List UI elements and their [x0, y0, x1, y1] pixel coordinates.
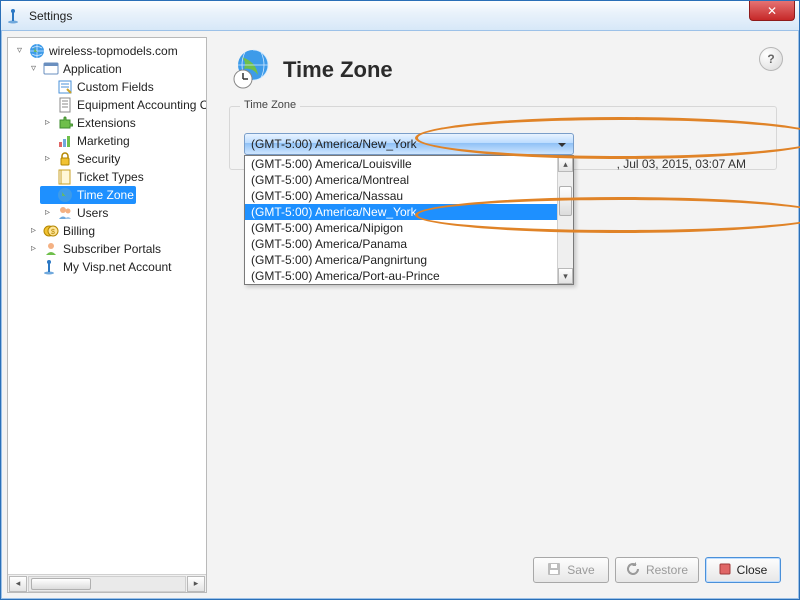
scroll-left-button[interactable]: ◂ — [9, 576, 27, 592]
svg-text:$: $ — [51, 229, 55, 236]
current-time-display: , Jul 03, 2015, 03:07 AM — [617, 157, 746, 171]
tree-extensions[interactable]: ▹ Extensions — [40, 114, 138, 132]
stop-icon — [719, 563, 731, 578]
timezone-option-selected[interactable]: (GMT-5:00) America/New_York — [245, 204, 573, 220]
tree-ticket-types[interactable]: Ticket Types — [40, 168, 146, 186]
save-button[interactable]: Save — [533, 557, 609, 583]
section-label: Time Zone — [240, 99, 300, 111]
globe-icon — [29, 43, 45, 59]
tree-subscriber-portals[interactable]: ▹ Subscriber Portals — [26, 240, 163, 258]
nav-tree: ▿ wireless-topmodels.com ▿ — [8, 38, 206, 574]
timezone-option[interactable]: (GMT-5:00) America/Nipigon — [245, 220, 573, 236]
tree-label: Billing — [63, 222, 95, 240]
form-icon — [57, 79, 73, 95]
tree-time-zone[interactable]: Time Zone — [40, 186, 136, 204]
money-icon: $ — [43, 223, 59, 239]
tree-label: Security — [77, 150, 120, 168]
timezone-section: Time Zone (GMT-5:00) America/New_York , … — [229, 106, 777, 170]
timezone-dropdown[interactable]: (GMT-5:00) America/Louisville (GMT-5:00)… — [244, 155, 574, 285]
app-icon — [43, 259, 59, 275]
tree-label: Custom Fields — [77, 78, 154, 96]
expand-icon[interactable]: ▹ — [42, 154, 53, 165]
tree-label: Users — [77, 204, 108, 222]
lock-icon — [57, 151, 73, 167]
help-button[interactable]: ? — [759, 47, 783, 71]
restore-button[interactable]: Restore — [615, 557, 699, 583]
expand-icon[interactable]: ▹ — [28, 226, 39, 237]
save-icon — [547, 562, 561, 579]
users-icon — [57, 205, 73, 221]
window-body: ▿ wireless-topmodels.com ▿ — [1, 31, 799, 599]
scroll-right-button[interactable]: ▸ — [187, 576, 205, 592]
window-title: Settings — [29, 9, 749, 23]
main-panel: ? Time Zone Time Zone — [213, 37, 793, 593]
app-icon — [7, 8, 23, 24]
window-icon — [43, 61, 59, 77]
timezone-option[interactable]: (GMT-5:00) America/Nassau — [245, 188, 573, 204]
settings-window: Settings ✕ ▿ wireless-topmodels.com — [0, 0, 800, 600]
page-title: Time Zone — [283, 57, 393, 83]
timezone-selected-value: (GMT-5:00) America/New_York — [251, 137, 417, 151]
tree-label: Ticket Types — [77, 168, 144, 186]
chart-icon — [57, 133, 73, 149]
timezone-option[interactable]: (GMT-5:00) America/Panama — [245, 236, 573, 252]
restore-icon — [626, 562, 640, 579]
puzzle-icon — [57, 115, 73, 131]
tree-label: Marketing — [77, 132, 130, 150]
document-icon — [57, 97, 73, 113]
tree-label: Equipment Accounting Controls — [77, 96, 206, 114]
tree-equipment-accounting[interactable]: Equipment Accounting Controls — [40, 96, 206, 114]
sidebar: ▿ wireless-topmodels.com ▿ — [7, 37, 207, 593]
dropdown-vscrollbar[interactable]: ▴ ▾ — [557, 156, 573, 284]
tree-application[interactable]: ▿ Application — [26, 60, 204, 78]
tree-label: wireless-topmodels.com — [49, 42, 178, 60]
timezone-option[interactable]: (GMT-5:00) America/Pangnirtung — [245, 252, 573, 268]
tree-security[interactable]: ▹ Security — [40, 150, 122, 168]
timezone-select[interactable]: (GMT-5:00) America/New_York — [244, 133, 574, 155]
page-header: Time Zone — [213, 37, 793, 96]
tree-my-account[interactable]: My Visp.net Account — [26, 258, 174, 276]
expand-icon[interactable]: ▹ — [42, 208, 53, 219]
tree-label: Extensions — [77, 114, 136, 132]
expand-icon[interactable]: ▹ — [42, 118, 53, 129]
chevron-down-icon — [555, 138, 569, 152]
user-icon — [43, 241, 59, 257]
scroll-track[interactable] — [28, 576, 186, 592]
dialog-footer: Save Restore Close — [533, 557, 781, 583]
ticket-icon — [57, 169, 73, 185]
tree-label: Time Zone — [77, 186, 134, 204]
scroll-down-button[interactable]: ▾ — [558, 268, 573, 284]
globe-icon — [57, 187, 73, 203]
tree-label: My Visp.net Account — [63, 258, 172, 276]
tree-label: Subscriber Portals — [63, 240, 161, 258]
tree-billing[interactable]: ▹ $ Billing — [26, 222, 97, 240]
expand-icon[interactable]: ▹ — [28, 244, 39, 255]
sidebar-hscrollbar[interactable]: ◂ ▸ — [8, 574, 206, 592]
tree-marketing[interactable]: Marketing — [40, 132, 132, 150]
close-icon: ✕ — [767, 5, 777, 17]
collapse-icon[interactable]: ▿ — [28, 64, 39, 75]
scroll-up-button[interactable]: ▴ — [558, 156, 573, 172]
collapse-icon[interactable]: ▿ — [14, 46, 25, 57]
timezone-option[interactable]: (GMT-5:00) America/Port-au-Prince — [245, 268, 573, 284]
tree-users[interactable]: ▹ Users — [40, 204, 110, 222]
timezone-option[interactable]: (GMT-5:00) America/Montreal — [245, 172, 573, 188]
timezone-option[interactable]: (GMT-5:00) America/Louisville — [245, 156, 573, 172]
titlebar: Settings ✕ — [1, 1, 799, 31]
scroll-thumb[interactable] — [31, 578, 91, 590]
button-label: Save — [567, 563, 594, 577]
window-buttons: ✕ — [749, 1, 797, 30]
tree-custom-fields[interactable]: Custom Fields — [40, 78, 156, 96]
scroll-thumb[interactable] — [559, 186, 572, 216]
close-button[interactable]: Close — [705, 557, 781, 583]
tree-root[interactable]: ▿ wireless-topmodels.com — [12, 42, 204, 60]
help-icon: ? — [767, 52, 774, 66]
globe-clock-icon — [231, 47, 273, 92]
button-label: Close — [737, 563, 768, 577]
button-label: Restore — [646, 563, 688, 577]
window-close-button[interactable]: ✕ — [749, 1, 795, 21]
tree-label: Application — [63, 60, 122, 78]
